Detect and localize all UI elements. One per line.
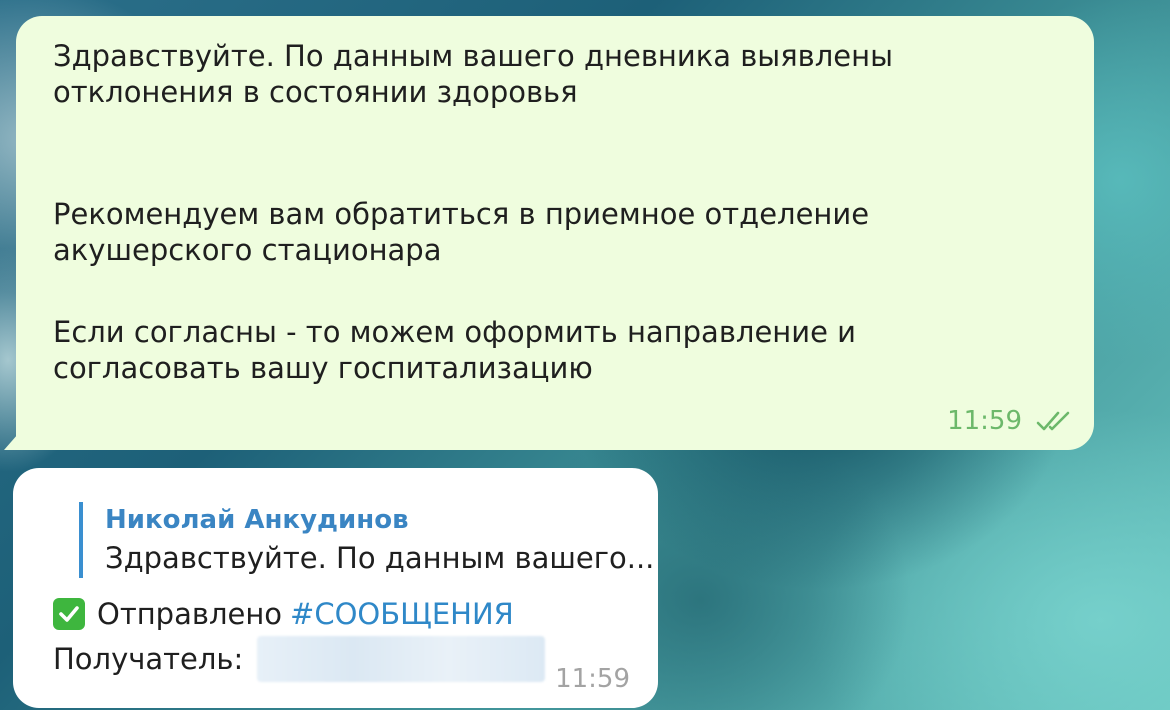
- message-time: 11:59: [555, 664, 630, 694]
- outgoing-message-bubble[interactable]: Здравствуйте. По данным вашего дневника …: [16, 16, 1094, 450]
- check-mark-button-icon: [53, 598, 85, 630]
- message-text-line: Здравствуйте. По данным вашего дневника …: [53, 39, 893, 73]
- double-check-icon: [1036, 409, 1072, 433]
- reply-quote[interactable]: Николай Анкудинов Здравствуйте. По данны…: [79, 502, 655, 578]
- recipient-redacted: [257, 636, 546, 682]
- message-time: 11:59: [947, 406, 1022, 436]
- incoming-message-bubble[interactable]: Николай Анкудинов Здравствуйте. По данны…: [13, 468, 658, 708]
- hashtag-link[interactable]: #СООБЩЕНИЯ: [290, 592, 514, 636]
- message-text-line: Рекомендуем вам обратиться в приемное от…: [53, 197, 870, 231]
- recipient-row: Получатель:: [53, 636, 628, 682]
- reply-author-name: Николай Анкудинов: [105, 505, 409, 535]
- chat-area: Здравствуйте. По данным вашего дневника …: [0, 0, 1170, 710]
- message-text-line: акушерского стационара: [53, 233, 442, 267]
- reply-preview-text: Здравствуйте. По данным вашего...: [105, 541, 655, 575]
- message-text-line: отклонения в состоянии здоровья: [53, 75, 578, 109]
- sent-status-row: Отправлено #СООБЩЕНИЯ: [53, 592, 628, 636]
- message-text-line: согласовать вашу госпитализацию: [53, 351, 593, 385]
- message-meta: 11:59: [947, 406, 1072, 436]
- message-text-line: Если согласны - то можем оформить направ…: [53, 315, 857, 349]
- recipient-label: Получатель:: [53, 642, 244, 676]
- sent-status-text: Отправлено: [97, 597, 283, 631]
